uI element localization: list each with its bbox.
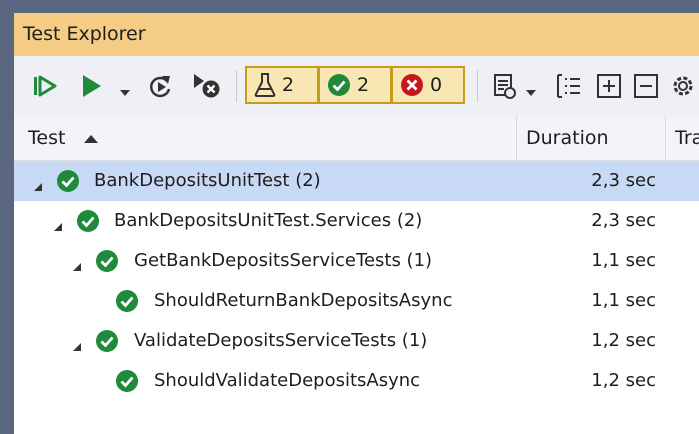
collapse-all-icon[interactable] [632, 72, 660, 104]
passed-check-icon [95, 249, 119, 278]
passed-check-icon [95, 329, 119, 358]
test-name: BankDepositsUnitTest.Services (2) [114, 210, 423, 231]
run-dropdown-chevron-icon[interactable] [119, 82, 131, 101]
total-tests-counter[interactable]: 2 [245, 66, 319, 104]
test-column-header[interactable]: Test [28, 116, 99, 160]
test-name: ValidateDepositsServiceTests (1) [134, 330, 428, 351]
total-count: 2 [282, 74, 295, 96]
sort-ascending-icon [84, 134, 99, 143]
test-duration: 1,2 sec [591, 330, 656, 351]
test-name: BankDepositsUnitTest (2) [94, 170, 321, 191]
test-duration: 1,1 sec [591, 290, 656, 311]
test-explorer-window: Test Explorer 2 2 0 Test Duration Tra Ba… [14, 13, 699, 434]
passed-check-icon [115, 369, 139, 398]
passed-check-icon [76, 209, 100, 238]
tree-row[interactable]: BankDepositsUnitTest.Services (2) 2,3 se… [14, 201, 699, 241]
tree-row[interactable]: ShouldValidateDepositsAsync 1,2 sec [14, 361, 699, 401]
test-name: ShouldReturnBankDepositsAsync [154, 290, 453, 311]
run-all-icon[interactable] [33, 75, 59, 101]
rerun-icon[interactable] [147, 73, 175, 103]
playlist-icon[interactable] [492, 72, 518, 104]
failed-count: 0 [430, 74, 443, 96]
expand-all-icon[interactable] [595, 72, 623, 104]
test-name: ShouldValidateDepositsAsync [154, 370, 421, 391]
passed-tests-counter[interactable]: 2 [318, 66, 392, 104]
window-title: Test Explorer [14, 13, 699, 56]
gear-icon[interactable] [669, 72, 697, 104]
expanded-arrow-icon[interactable] [53, 216, 63, 237]
traits-column-header[interactable]: Tra [675, 116, 699, 160]
passed-check-icon [56, 169, 80, 198]
test-duration: 2,3 sec [591, 210, 656, 231]
toolbar: 2 2 0 [14, 56, 699, 116]
duration-column-header[interactable]: Duration [526, 116, 609, 160]
expanded-arrow-icon[interactable] [72, 336, 82, 357]
test-column-label: Test [28, 127, 66, 149]
test-duration: 1,1 sec [591, 250, 656, 271]
passed-check-icon [328, 74, 350, 96]
tree-row[interactable]: GetBankDepositsServiceTests (1) 1,1 sec [14, 241, 699, 281]
group-by-icon[interactable] [555, 72, 583, 104]
column-header: Test Duration Tra [14, 116, 699, 161]
passed-check-icon [115, 289, 139, 318]
test-duration: 2,3 sec [591, 170, 656, 191]
expanded-arrow-icon[interactable] [72, 256, 82, 277]
test-duration: 1,2 sec [591, 370, 656, 391]
failed-x-icon [401, 74, 423, 96]
failed-tests-counter[interactable]: 0 [391, 66, 465, 104]
test-name: GetBankDepositsServiceTests (1) [134, 250, 433, 271]
passed-count: 2 [357, 74, 370, 96]
expanded-arrow-icon[interactable] [33, 176, 43, 197]
run-icon[interactable] [81, 74, 103, 102]
cancel-icon[interactable] [192, 72, 222, 104]
flask-icon [254, 73, 276, 97]
playlist-dropdown-chevron-icon[interactable] [525, 82, 537, 101]
tree-row[interactable]: ShouldReturnBankDepositsAsync 1,1 sec [14, 281, 699, 321]
tree-row[interactable]: BankDepositsUnitTest (2) 2,3 sec [14, 161, 699, 201]
tree-row[interactable]: ValidateDepositsServiceTests (1) 1,2 sec [14, 321, 699, 361]
